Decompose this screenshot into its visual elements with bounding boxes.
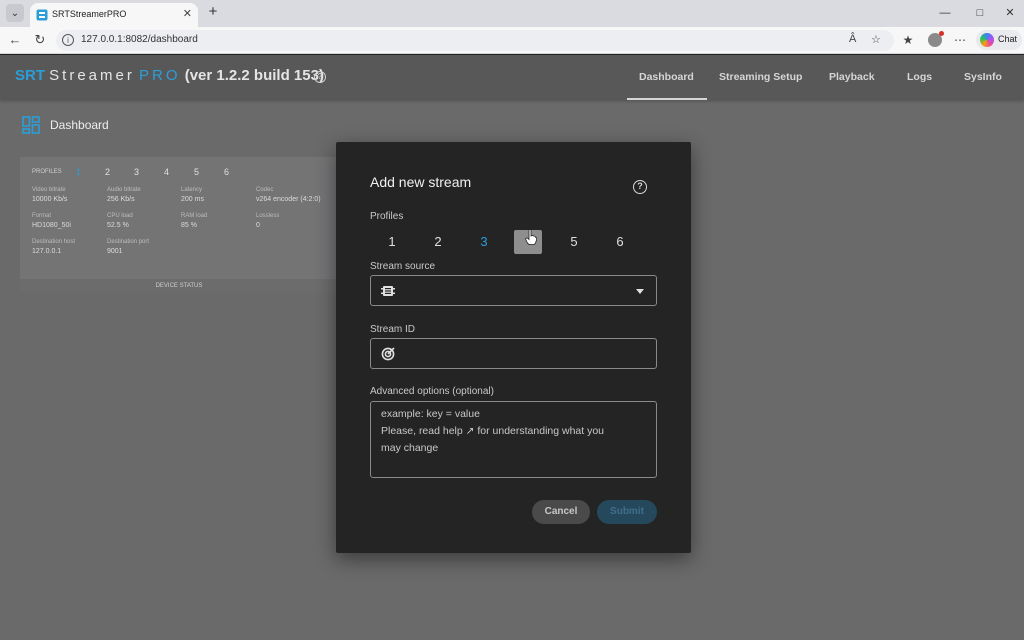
nav-logs[interactable]: Logs [907,71,932,83]
dashboard-icon [22,116,40,134]
copilot-chat-button[interactable]: Chat [976,30,1022,50]
field-value: HD1080_50i [32,222,71,229]
field-label: RAM load [181,213,208,219]
notification-dot [939,31,944,36]
address-toolbar: ← ↻ i 127.0.0.1:8082/dashboard Â ☆ ★ ⋯ … [0,27,1024,54]
page-title: Dashboard [50,118,109,132]
card-profile-tab[interactable]: 6 [224,167,229,177]
field-value: 85 % [181,222,197,229]
field-label: Latency [181,187,203,193]
field-label: Format [32,213,52,219]
advanced-placeholder: may change [381,442,439,454]
brand-version: (ver 1.2.2 build 153) [184,67,324,84]
advanced-placeholder: example: key = value [381,408,480,420]
field-value: 52.5 % [107,222,129,229]
brand-title: SRT Streamer PRO (ver 1.2.2 build 153) [15,67,324,84]
site-info-icon[interactable]: i [62,34,74,46]
card-profile-tab[interactable]: 5 [194,167,199,177]
cancel-button[interactable]: Cancel [532,500,590,524]
field-label: Destination host [32,239,76,245]
help-icon[interactable]: ? [633,180,647,194]
field-label: CPU load [107,213,133,219]
chat-label: Chat [998,34,1018,44]
field-value: v264 encoder (4:2:0) [256,196,321,203]
favorites-icon[interactable]: ★ [900,32,916,48]
device-status-footer[interactable]: DEVICE STATUS [20,279,338,293]
maximize-button[interactable]: □ [970,4,990,22]
field-label: Video bitrate [32,187,66,193]
read-aloud-icon[interactable]: Â [849,33,856,45]
card-profile-tab[interactable]: 3 [134,167,139,177]
more-menu-icon[interactable]: ⋯ [952,32,968,48]
card-profile-tab[interactable]: 2 [105,167,110,177]
input-source-icon [381,286,395,296]
advanced-options-textarea[interactable]: example: key = value Please, read help ↗… [370,401,657,478]
field-label: Lossless [256,213,280,219]
profile-tab-5[interactable]: 5 [560,230,588,254]
nav-playback[interactable]: Playback [829,71,875,83]
field-value: 10000 Kb/s [32,196,68,203]
advanced-placeholder: Please, read help ↗ for understanding wh… [381,425,605,437]
add-stream-dialog: Add new stream ? Profiles 1 2 3 5 6 Stre… [336,142,691,553]
help-icon[interactable]: ? [314,71,326,83]
reload-icon[interactable]: ↻ [32,32,48,48]
browser-tab[interactable]: SRTStreamerPRO ✕ [30,3,198,27]
minimize-button[interactable]: — [935,4,955,22]
nav-dashboard[interactable]: Dashboard [639,71,694,83]
field-label: Codec [256,187,274,193]
field-value: 0 [256,222,260,229]
field-value: 127.0.0.1 [32,248,62,255]
profile-tab-2[interactable]: 2 [424,230,452,254]
new-tab-button[interactable]: + [205,3,221,20]
favorite-star-icon[interactable]: ☆ [871,33,881,46]
brand-srt: SRT [15,67,45,84]
url-text[interactable]: 127.0.0.1:8082/dashboard [81,34,198,45]
url-bar[interactable]: i 127.0.0.1:8082/dashboard Â ☆ [56,30,894,51]
stream-source-label: Stream source [370,261,436,272]
hand-cursor-icon [525,229,537,245]
copilot-logo-icon [980,33,994,47]
card-profiles-label: PROFILES [32,169,62,175]
profiles-label: Profiles [370,211,404,222]
chevron-down-icon[interactable] [636,289,644,294]
profile-tab-3[interactable]: 3 [470,230,498,254]
active-nav-indicator [627,98,707,100]
field-value: 9001 [107,248,123,255]
card-profile-tab[interactable]: 4 [164,167,169,177]
brand-streamer: Streamer [49,67,135,84]
nav-sysinfo[interactable]: SysInfo [964,71,1002,83]
window-close-button[interactable]: ✕ [1000,4,1020,22]
field-label: Destination port [107,239,150,245]
profile-tab-6[interactable]: 6 [606,230,634,254]
field-value: 256 Kb/s [107,196,135,203]
back-arrow-icon[interactable]: ← [7,32,23,48]
app-favicon-icon [36,9,48,21]
stream-id-input[interactable] [370,338,657,369]
profile-tab-1[interactable]: 1 [378,230,406,254]
brand-pro: PRO [139,67,181,84]
field-value: 200 ms [181,196,204,203]
device-status-card: PROFILES 1 2 3 4 5 6 Video bitrate 10000… [20,157,338,293]
stream-source-select[interactable] [370,275,657,306]
submit-button[interactable]: Submit [597,500,657,524]
advanced-options-label: Advanced options (optional) [370,386,494,397]
app-header: SRT Streamer PRO (ver 1.2.2 build 153) ?… [0,55,1024,100]
tab-close-icon[interactable]: ✕ [183,7,192,20]
target-icon [381,347,395,361]
dialog-title: Add new stream [370,174,472,190]
stream-id-label: Stream ID [370,324,416,335]
field-label: Audio bitrate [107,187,141,193]
nav-streaming-setup[interactable]: Streaming Setup [719,71,802,83]
card-profile-tab[interactable]: 1 [76,167,81,177]
tab-actions-button[interactable]: ⌄ [6,4,24,22]
tab-title: SRTStreamerPRO [52,9,127,19]
browser-tab-bar: ⌄ SRTStreamerPRO ✕ + — □ ✕ [0,0,1024,27]
